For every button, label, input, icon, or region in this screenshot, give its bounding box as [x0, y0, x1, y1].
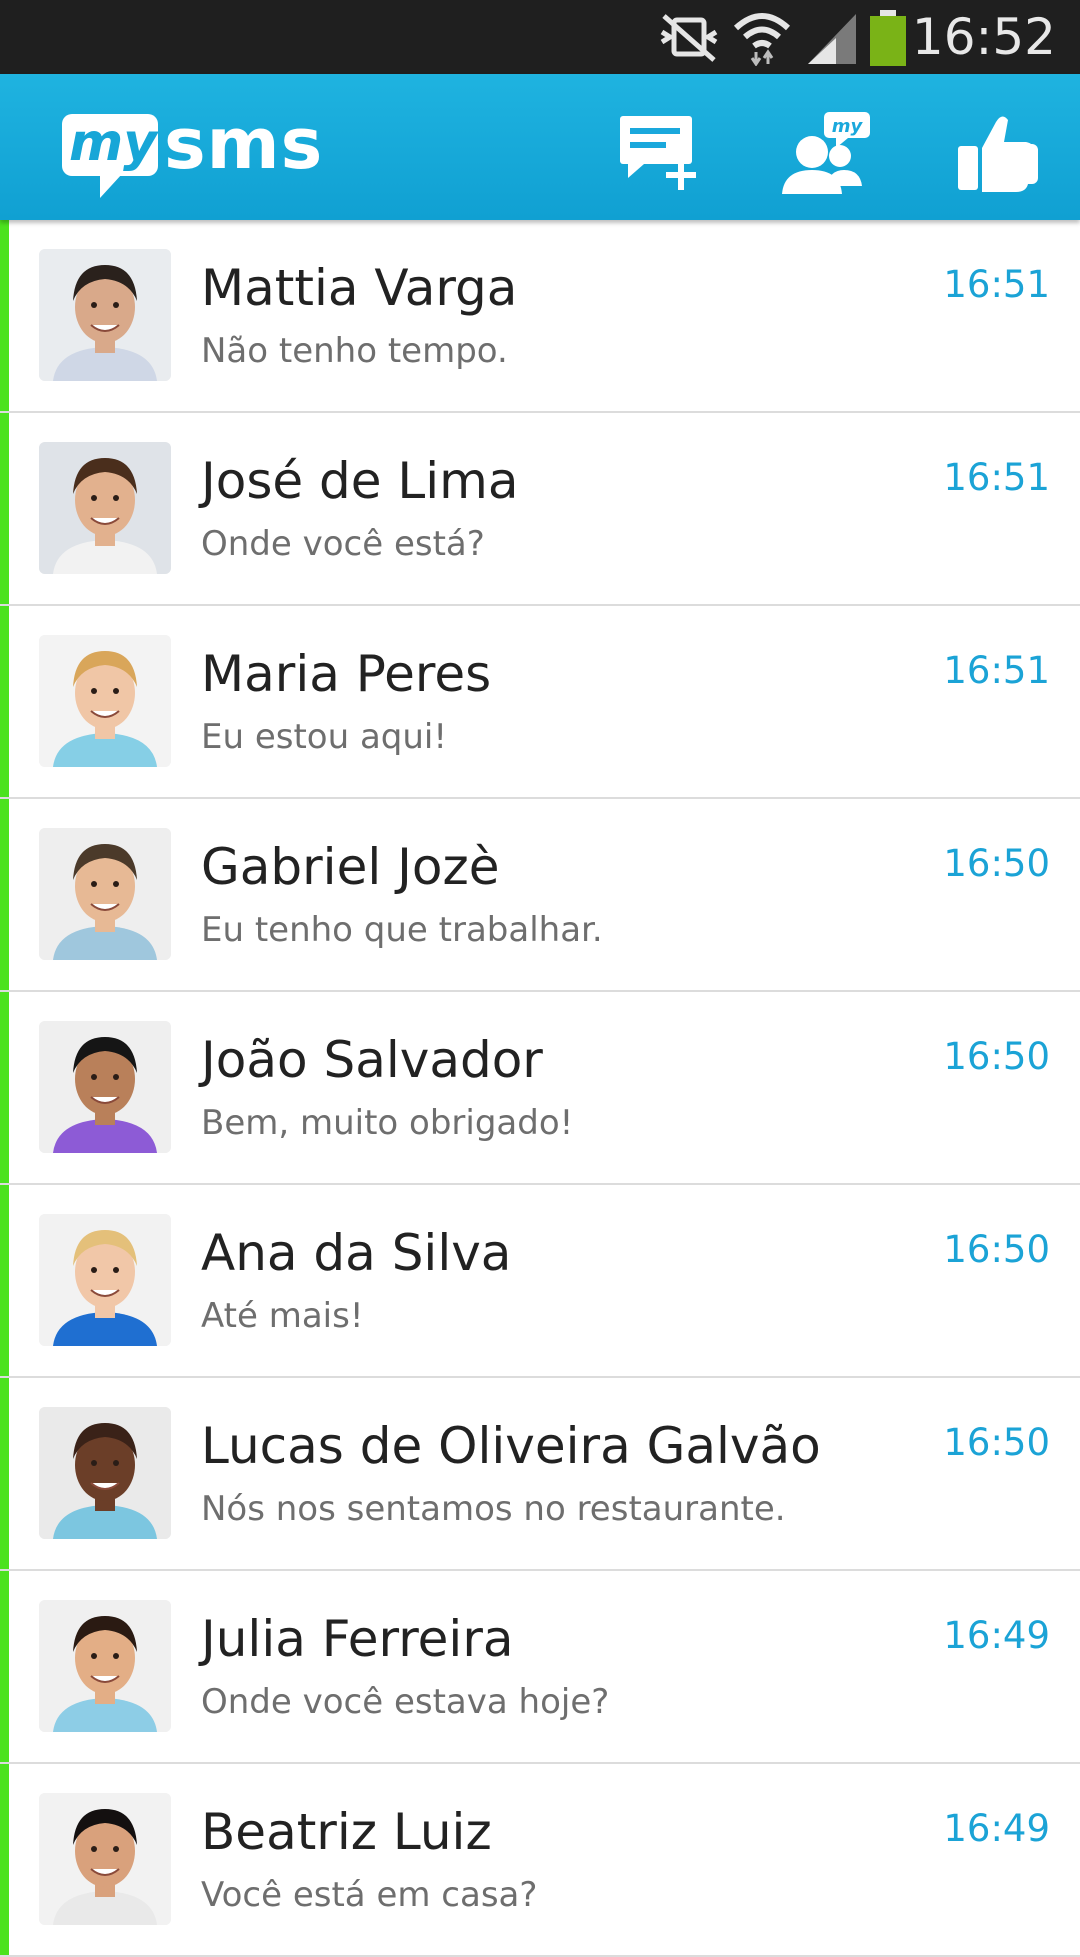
- message-preview: Eu estou aqui!: [201, 717, 448, 757]
- new-message-icon: [620, 116, 696, 190]
- message-preview: Nós nos sentamos no restaurante.: [201, 1489, 786, 1529]
- contact-avatar[interactable]: [39, 1021, 171, 1153]
- conversation-row[interactable]: Julia Ferreira Onde você estava hoje? 16:4…: [0, 1571, 1080, 1764]
- contact-name: Maria Peres: [201, 645, 492, 703]
- conversation-row[interactable]: José de Lima Onde você está? 16:51: [0, 413, 1080, 606]
- battery-icon: [870, 10, 906, 66]
- wifi-icon: [733, 13, 791, 66]
- unread-indicator: [0, 220, 9, 411]
- message-preview: Eu tenho que trabalhar.: [201, 910, 603, 950]
- conversation-row[interactable]: Ana da Silva Até mais! 16:50: [0, 1185, 1080, 1378]
- conversation-row[interactable]: Mattia Varga Não tenho tempo. 16:51: [0, 220, 1080, 413]
- contact-name: Beatriz Luiz: [201, 1803, 492, 1861]
- logo-my-text: my: [68, 113, 158, 173]
- mysms-contacts-icon: my: [782, 112, 870, 194]
- message-time: 16:49: [943, 1614, 1050, 1657]
- conversation-row[interactable]: Lucas de Oliveira Galvão Nós nos sentamos…: [0, 1378, 1080, 1571]
- contact-avatar[interactable]: [39, 1793, 171, 1925]
- message-time: 16:50: [943, 1228, 1050, 1271]
- message-preview: Bem, muito obrigado!: [201, 1103, 574, 1143]
- signal-icon: [808, 14, 856, 64]
- message-time: 16:51: [943, 263, 1050, 306]
- status-clock: 16:52: [911, 8, 1056, 66]
- like-button[interactable]: [950, 108, 1046, 198]
- contact-name: José de Lima: [201, 452, 519, 510]
- logo-sms-text: sms: [164, 103, 324, 185]
- contact-avatar[interactable]: [39, 1407, 171, 1539]
- mysms-logo: my sms: [62, 104, 342, 198]
- unread-indicator: [0, 1378, 9, 1569]
- svg-text:my: my: [832, 116, 864, 137]
- message-time: 16:51: [943, 649, 1050, 692]
- message-preview: Onde você estava hoje?: [201, 1682, 610, 1722]
- contact-name: João Salvador: [201, 1031, 543, 1089]
- unread-indicator: [0, 992, 9, 1183]
- new-message-button[interactable]: [614, 108, 710, 198]
- contact-avatar[interactable]: [39, 635, 171, 767]
- message-time: 16:51: [943, 456, 1050, 499]
- message-preview: Onde você está?: [201, 524, 485, 564]
- unread-indicator: [0, 606, 9, 797]
- mute-icon: [660, 14, 718, 62]
- contact-avatar[interactable]: [39, 1600, 171, 1732]
- message-time: 16:49: [943, 1807, 1050, 1850]
- mysms-contacts-button[interactable]: my: [778, 108, 874, 198]
- message-time: 16:50: [943, 842, 1050, 885]
- message-time: 16:50: [943, 1421, 1050, 1464]
- message-preview: Até mais!: [201, 1296, 364, 1336]
- conversation-list[interactable]: Mattia Varga Não tenho tempo. 16:51 José de…: [0, 220, 1080, 1957]
- conversation-row[interactable]: João Salvador Bem, muito obrigado! 16:50: [0, 992, 1080, 1185]
- app-bar: my sms my: [0, 74, 1080, 220]
- contact-name: Ana da Silva: [201, 1224, 512, 1282]
- contact-name: Lucas de Oliveira Galvão: [201, 1417, 821, 1475]
- message-time: 16:50: [943, 1035, 1050, 1078]
- conversation-row[interactable]: Maria Peres Eu estou aqui! 16:51: [0, 606, 1080, 799]
- thumbs-up-icon: [958, 116, 1038, 192]
- unread-indicator: [0, 799, 9, 990]
- conversation-row[interactable]: Beatriz Luiz Você está em casa? 16:49: [0, 1764, 1080, 1957]
- contact-name: Mattia Varga: [201, 259, 518, 317]
- contact-name: Julia Ferreira: [201, 1610, 514, 1668]
- message-preview: Não tenho tempo.: [201, 331, 508, 371]
- contact-name: Gabriel Jozè: [201, 838, 500, 896]
- unread-indicator: [0, 1764, 9, 1955]
- contact-avatar[interactable]: [39, 249, 171, 381]
- conversation-row[interactable]: Gabriel Jozè Eu tenho que trabalhar. 16:50: [0, 799, 1080, 992]
- status-bar: 16:52: [0, 0, 1080, 74]
- contact-avatar[interactable]: [39, 1214, 171, 1346]
- unread-indicator: [0, 413, 9, 604]
- contact-avatar[interactable]: [39, 828, 171, 960]
- contact-avatar[interactable]: [39, 442, 171, 574]
- message-preview: Você está em casa?: [201, 1875, 538, 1915]
- unread-indicator: [0, 1571, 9, 1762]
- unread-indicator: [0, 1185, 9, 1376]
